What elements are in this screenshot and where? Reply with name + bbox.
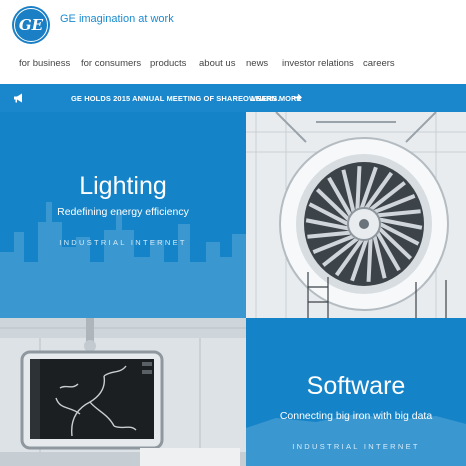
medical-scanner-image (0, 318, 246, 466)
software-title: Software (306, 372, 406, 400)
software-tag: INDUSTRIAL INTERNET (292, 442, 420, 451)
nav-news[interactable]: news (246, 58, 268, 69)
tagline: GE imagination at work (60, 13, 174, 25)
jet-engine-photo[interactable] (246, 112, 466, 318)
lighting-tag: INDUSTRIAL INTERNET (59, 238, 187, 247)
nav-products[interactable]: products (150, 58, 186, 69)
lighting-tile[interactable]: Lighting Redefining energy efficiency IN… (0, 112, 246, 318)
fan-blade (355, 166, 362, 210)
lighting-subtitle: Redefining energy efficiency (57, 206, 189, 218)
jet-engine-image (246, 112, 466, 318)
ge-logo-monogram: GE (14, 8, 48, 42)
arrow-right-icon (294, 94, 302, 101)
lighting-title: Lighting (79, 172, 167, 200)
fan-blade (366, 238, 373, 282)
nav-careers[interactable]: careers (363, 58, 395, 69)
medical-imaging-photo[interactable] (0, 318, 246, 466)
ge-logo[interactable]: GE (12, 6, 50, 44)
nav-for-business[interactable]: for business (19, 58, 70, 69)
software-subtitle: Connecting big iron with big data (279, 410, 433, 422)
nav-about-us[interactable]: about us (199, 58, 235, 69)
software-tile[interactable]: Software Connecting big iron with big da… (246, 318, 466, 466)
megaphone-icon (14, 93, 22, 103)
site-header: GE GE imagination at work for business f… (0, 0, 466, 84)
announcement-text: GE HOLDS 2015 ANNUAL MEETING OF SHAREOWN… (71, 94, 280, 103)
nav-investor-relations[interactable]: investor relations (282, 58, 354, 69)
main-nav: for business for consumers products abou… (0, 58, 466, 74)
announcement-bar[interactable]: GE HOLDS 2015 ANNUAL MEETING OF SHAREOWN… (0, 84, 466, 112)
nav-for-consumers[interactable]: for consumers (81, 58, 141, 69)
